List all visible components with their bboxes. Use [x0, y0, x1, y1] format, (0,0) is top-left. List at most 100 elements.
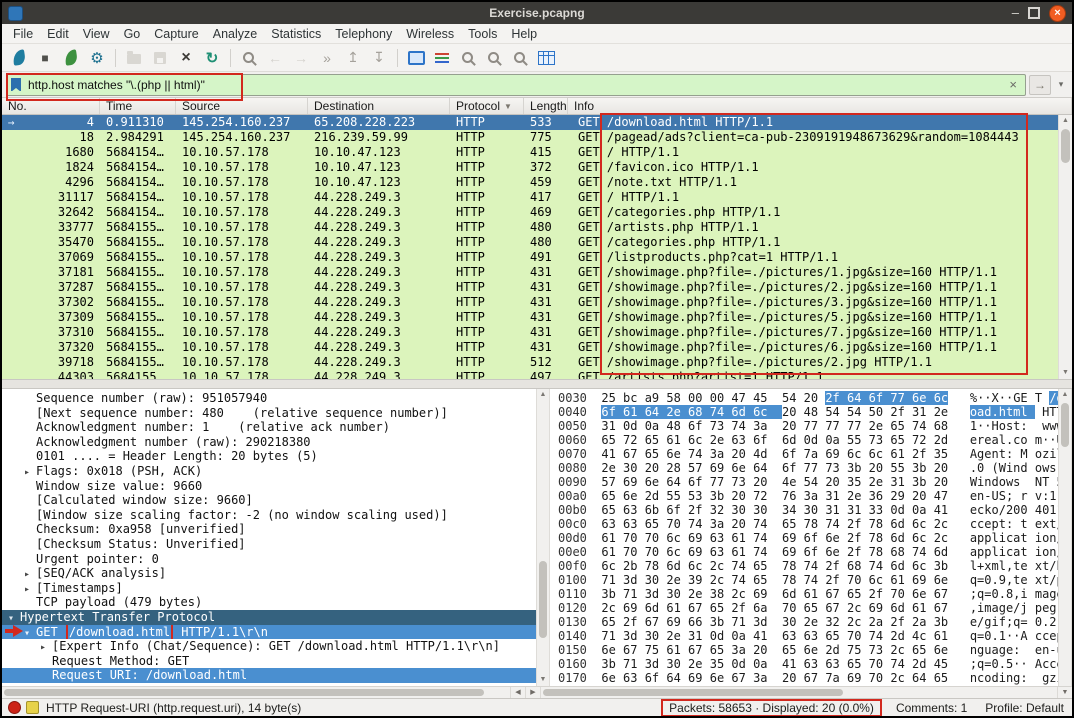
filter-apply-button[interactable]: → — [1029, 75, 1051, 95]
hex-row[interactable]: 00d0 61 70 70 6c 69 63 61 74 69 6f 6e 2f… — [558, 531, 1058, 545]
bytes-hscrollbar[interactable] — [540, 687, 1057, 698]
column-header-source[interactable]: Source — [176, 98, 308, 114]
zoom-in-button[interactable] — [456, 46, 480, 70]
menu-item-help[interactable]: Help — [504, 27, 544, 41]
scroll-up-icon[interactable]: ▲ — [1059, 115, 1072, 127]
maximize-button[interactable] — [1028, 7, 1040, 19]
detail-line[interactable]: Sequence number (raw): 951057940 — [2, 391, 536, 406]
menu-item-tools[interactable]: Tools — [461, 27, 504, 41]
go-to-packet-button[interactable]: » — [315, 46, 339, 70]
minimize-button[interactable]: – — [1012, 8, 1019, 18]
close-button[interactable]: × — [1049, 5, 1066, 22]
packet-row[interactable]: 370695684155…10.10.57.17844.228.249.3HTT… — [2, 250, 1058, 265]
packet-row[interactable]: 326425684154…10.10.57.17844.228.249.3HTT… — [2, 205, 1058, 220]
column-header-destination[interactable]: Destination — [308, 98, 450, 114]
packet-row[interactable]: 373025684155…10.10.57.17844.228.249.3HTT… — [2, 295, 1058, 310]
packet-row[interactable]: 337775684155…10.10.57.17844.228.249.3HTT… — [2, 220, 1058, 235]
expander-closed-icon[interactable]: ▸ — [24, 583, 36, 596]
packet-row[interactable]: 443035684155…10.10.57.17844.228.249.3HTT… — [2, 370, 1058, 379]
packet-row[interactable]: 311175684154…10.10.57.17844.228.249.3HTT… — [2, 190, 1058, 205]
hex-row[interactable]: 0060 65 72 65 61 6c 2e 63 6f 6d 0d 0a 55… — [558, 433, 1058, 447]
packet-row[interactable]: 373205684155…10.10.57.17844.228.249.3HTT… — [2, 340, 1058, 355]
menu-item-view[interactable]: View — [76, 27, 117, 41]
menu-item-statistics[interactable]: Statistics — [264, 27, 328, 41]
detail-line[interactable]: Urgent pointer: 0 — [2, 552, 536, 567]
packet-row[interactable]: 373095684155…10.10.57.17844.228.249.3HTT… — [2, 310, 1058, 325]
save-file-button[interactable] — [148, 46, 172, 70]
hex-row[interactable]: 0040 6f 61 64 2e 68 74 6d 6c 20 48 54 54… — [558, 405, 1058, 419]
expert-info-icon[interactable] — [8, 701, 21, 714]
detail-line[interactable]: TCP payload (479 bytes) — [2, 595, 536, 610]
scroll-right-icon[interactable]: ▶ — [525, 687, 540, 698]
detail-line[interactable]: ▾GET /download.html HTTP/1.1\r\n — [2, 625, 536, 640]
hex-row[interactable]: 0100 71 3d 30 2e 39 2c 74 65 78 74 2f 70… — [558, 573, 1058, 587]
detail-line[interactable]: Window size value: 9660 — [2, 479, 536, 494]
display-filter-input[interactable]: http.host matches "\.(php || html)" × — [6, 74, 1026, 96]
expander-closed-icon[interactable]: ▸ — [40, 641, 52, 654]
go-last-button[interactable]: ↧ — [367, 46, 391, 70]
packet-row[interactable]: 42965684154…10.10.57.17810.10.47.123HTTP… — [2, 175, 1058, 190]
hex-row[interactable]: 0030 25 bc a9 58 00 00 47 45 54 20 2f 64… — [558, 391, 1058, 405]
menu-item-go[interactable]: Go — [117, 27, 148, 41]
packet-row[interactable]: 16805684154…10.10.57.17810.10.47.123HTTP… — [2, 145, 1058, 160]
scroll-down-icon[interactable]: ▼ — [1057, 687, 1072, 698]
hex-row[interactable]: 0090 57 69 6e 64 6f 77 73 20 4e 54 20 35… — [558, 475, 1058, 489]
detail-line[interactable]: 0101 .... = Header Length: 20 bytes (5) — [2, 449, 536, 464]
expander-open-icon[interactable]: ▾ — [8, 612, 20, 625]
packet-row[interactable]: 182.984291145.254.160.237216.239.59.99HT… — [2, 130, 1058, 145]
hex-row[interactable]: 0150 6e 67 75 61 67 65 3a 20 65 6e 2d 75… — [558, 643, 1058, 657]
packet-row[interactable]: 371815684155…10.10.57.17844.228.249.3HTT… — [2, 265, 1058, 280]
detail-line[interactable]: Acknowledgment number (raw): 290218380 — [2, 435, 536, 450]
scrollbar-thumb[interactable] — [1061, 403, 1069, 447]
zoom-reset-button[interactable] — [508, 46, 532, 70]
hex-row[interactable]: 0170 6e 63 6f 64 69 6e 67 3a 20 67 7a 69… — [558, 671, 1058, 685]
column-header-time[interactable]: Time — [100, 98, 176, 114]
reload-file-button[interactable]: ↻ — [200, 46, 224, 70]
filter-bookmark-icon[interactable] — [11, 78, 21, 91]
menu-item-file[interactable]: File — [6, 27, 40, 41]
status-profile[interactable]: Profile: Default — [985, 701, 1064, 715]
detail-line[interactable]: ▾Hypertext Transfer Protocol — [2, 610, 536, 625]
zoom-out-button[interactable] — [482, 46, 506, 70]
detail-line[interactable]: ▸[Timestamps] — [2, 581, 536, 596]
packet-row[interactable]: 372875684155…10.10.57.17844.228.249.3HTT… — [2, 280, 1058, 295]
detail-line[interactable]: Request URI: /download.html — [2, 668, 536, 683]
detail-line[interactable]: ▸[SEQ/ACK analysis] — [2, 566, 536, 581]
capture-restart-button[interactable] — [59, 46, 83, 70]
column-header-length[interactable]: Length — [524, 98, 568, 114]
scrollbar-thumb[interactable] — [4, 689, 484, 696]
menu-item-wireless[interactable]: Wireless — [399, 27, 461, 41]
titlebar[interactable]: Exercise.pcapng – × — [2, 2, 1072, 24]
go-back-button[interactable]: ← — [263, 46, 287, 70]
hex-row[interactable]: 0050 31 0d 0a 48 6f 73 74 3a 20 77 77 77… — [558, 419, 1058, 433]
scroll-left-icon[interactable]: ◀ — [510, 687, 525, 698]
auto-scroll-button[interactable] — [404, 46, 428, 70]
scroll-up-icon[interactable]: ▲ — [1059, 389, 1071, 401]
detail-line[interactable]: [Window size scaling factor: -2 (no wind… — [2, 508, 536, 523]
bytes-scrollbar[interactable]: ▲ — [1058, 389, 1072, 686]
detail-line[interactable]: [Next sequence number: 480 (relative seq… — [2, 406, 536, 421]
scrollbar-thumb[interactable] — [539, 561, 547, 638]
capture-comment-icon[interactable] — [26, 701, 39, 714]
open-file-button[interactable] — [122, 46, 146, 70]
menu-item-capture[interactable]: Capture — [147, 27, 205, 41]
detail-line[interactable]: Request Method: GET — [2, 654, 536, 669]
packet-row[interactable]: 18245684154…10.10.57.17810.10.47.123HTTP… — [2, 160, 1058, 175]
packet-row[interactable]: 373105684155…10.10.57.17844.228.249.3HTT… — [2, 325, 1058, 340]
expander-closed-icon[interactable]: ▸ — [24, 568, 36, 581]
hex-row[interactable]: 0110 3b 71 3d 30 2e 38 2c 69 6d 61 67 65… — [558, 587, 1058, 601]
details-scrollbar[interactable]: ▲ ▼ — [536, 389, 550, 686]
menu-item-analyze[interactable]: Analyze — [206, 27, 264, 41]
hex-row[interactable]: 0120 2c 69 6d 61 67 65 2f 6a 70 65 67 2c… — [558, 601, 1058, 615]
hex-row[interactable]: 0130 65 2f 67 69 66 3b 71 3d 30 2e 32 2c… — [558, 615, 1058, 629]
detail-line[interactable]: Acknowledgment number: 1 (relative ack n… — [2, 420, 536, 435]
scroll-down-icon[interactable]: ▼ — [537, 674, 549, 686]
menu-item-edit[interactable]: Edit — [40, 27, 76, 41]
go-first-button[interactable]: ↥ — [341, 46, 365, 70]
colorize-button[interactable] — [430, 46, 454, 70]
hex-row[interactable]: 00a0 65 6e 2d 55 53 3b 20 72 76 3a 31 2e… — [558, 489, 1058, 503]
packet-row[interactable]: 354705684155…10.10.57.17844.228.249.3HTT… — [2, 235, 1058, 250]
resize-columns-button[interactable] — [534, 46, 558, 70]
detail-line[interactable]: [Calculated window size: 9660] — [2, 493, 536, 508]
capture-stop-button[interactable]: ■ — [33, 46, 57, 70]
